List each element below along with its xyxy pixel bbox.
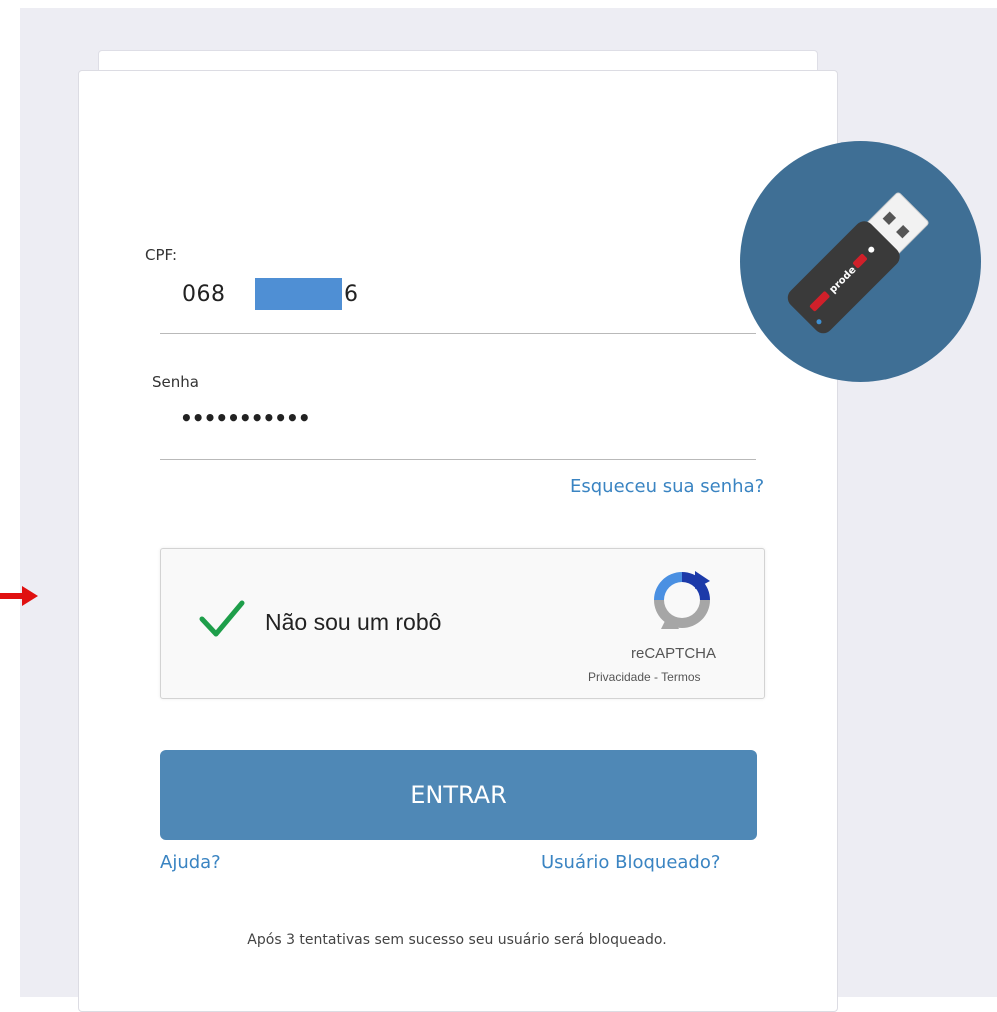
forgot-password-link[interactable]: Esqueceu sua senha? (570, 476, 764, 497)
cpf-value-end: 6 (344, 282, 359, 307)
recaptcha-logo-icon (654, 571, 710, 629)
entrar-button[interactable]: ENTRAR (160, 750, 757, 840)
redaction-block (255, 278, 342, 310)
recaptcha-terms[interactable]: Privacidade - Termos (588, 670, 701, 684)
help-link[interactable]: Ajuda? (160, 852, 221, 873)
recaptcha-widget: Não sou um robô reCAPTCHA Privacidade - … (160, 548, 765, 699)
cpf-underline (160, 333, 756, 334)
password-field[interactable]: ••••••••••• (160, 400, 756, 458)
cpf-label: CPF: (145, 246, 178, 264)
usb-token-icon: prode (787, 192, 929, 334)
password-value: ••••••••••• (180, 406, 311, 430)
password-label: Senha (152, 373, 199, 391)
cpf-field[interactable]: 068 6 (160, 270, 756, 332)
blocked-user-link[interactable]: Usuário Bloqueado? (541, 852, 720, 873)
usb-token-badge: prode (740, 141, 981, 382)
recaptcha-label: Não sou um robô (265, 609, 442, 635)
password-underline (160, 459, 756, 460)
cpf-value-start: 068 (182, 282, 226, 307)
checkmark-icon[interactable] (199, 599, 245, 639)
arrow-right-icon (0, 586, 38, 606)
lockout-notice: Após 3 tentativas sem sucesso seu usuári… (247, 932, 667, 948)
recaptcha-brand: reCAPTCHA (631, 645, 717, 662)
